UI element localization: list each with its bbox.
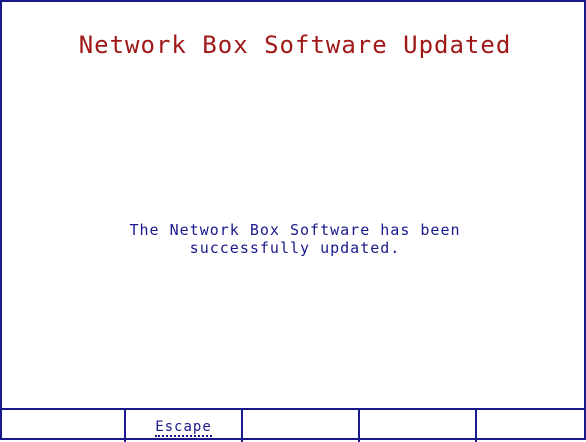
status-message-line-1: The Network Box Software has been	[129, 221, 461, 239]
softkey-1[interactable]	[2, 410, 126, 442]
softkey-bar: Escape	[2, 408, 586, 442]
page-title: Network Box Software Updated	[78, 31, 512, 59]
softkey-4[interactable]	[360, 410, 477, 442]
escape-button-label: Escape	[155, 419, 212, 437]
status-message-line-2: successfully updated.	[189, 239, 401, 257]
escape-button[interactable]: Escape	[126, 410, 243, 442]
softkey-3[interactable]	[243, 410, 360, 442]
status-message: The Network Box Software has been succes…	[2, 221, 586, 257]
softkey-5[interactable]	[477, 410, 586, 442]
screen-frame: Network Box Software Updated The Network…	[0, 0, 586, 442]
